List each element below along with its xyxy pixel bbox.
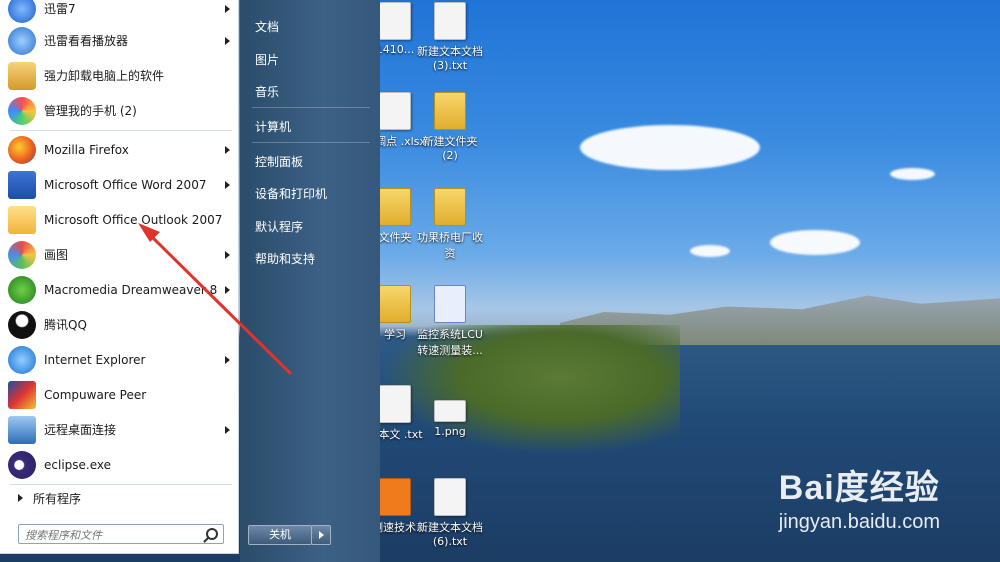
shutdown-button[interactable]: 关机 — [248, 525, 312, 545]
program-item[interactable]: 画图 — [8, 238, 234, 271]
start-menu-programs-pane: 迅雷7 迅雷看看播放器 强力卸载电脑上的软件 管理我的手机 (2) Mozill… — [0, 0, 239, 554]
places-item-devices-printers[interactable]: 设备和打印机 — [255, 185, 327, 202]
xunlei-player-icon — [8, 26, 36, 55]
firefox-icon — [8, 135, 36, 164]
submenu-arrow-icon — [225, 145, 230, 154]
ie-icon — [8, 345, 36, 374]
qq-icon — [8, 310, 36, 339]
folder-icon — [434, 188, 466, 226]
program-item[interactable]: Microsoft Office Word 2007 — [8, 168, 234, 201]
eclipse-icon — [8, 450, 36, 479]
submenu-arrow-icon — [225, 180, 230, 189]
program-item[interactable]: 管理我的手机 (2) — [8, 94, 234, 127]
desktop-icon[interactable]: 新建文件夹 (2) — [415, 92, 485, 162]
all-programs-button[interactable]: 所有程序 — [8, 487, 234, 509]
program-item[interactable]: Mozilla Firefox — [8, 133, 234, 166]
submenu-arrow-icon — [225, 250, 230, 259]
pdf-icon — [379, 478, 411, 516]
document-icon — [379, 92, 411, 130]
xunlei-icon — [8, 0, 36, 23]
program-item[interactable]: Compuware Peer — [8, 378, 234, 411]
cloud — [890, 168, 935, 180]
places-item-control-panel[interactable]: 控制面板 — [255, 153, 303, 170]
submenu-arrow-icon — [225, 425, 230, 434]
program-item[interactable]: Microsoft Office Outlook 2007 — [8, 203, 234, 236]
submenu-arrow-icon — [225, 4, 230, 13]
desktop-icon[interactable]: 监控系统LCU转速测量装... — [415, 285, 485, 358]
document-icon — [379, 385, 411, 423]
submenu-arrow-icon — [225, 355, 230, 364]
word-document-icon — [434, 285, 466, 323]
places-item-computer[interactable]: 计算机 — [255, 118, 291, 135]
places-item-documents[interactable]: 文档 — [255, 18, 279, 35]
program-item[interactable]: 迅雷看看播放器 — [8, 24, 234, 57]
menu-divider — [10, 130, 232, 131]
outlook-icon — [8, 205, 36, 234]
cloud — [690, 245, 730, 257]
uninstall-icon — [8, 61, 36, 90]
shutdown-options-arrow-icon[interactable] — [311, 525, 331, 545]
folder-icon — [379, 285, 411, 323]
compuware-icon — [8, 380, 36, 409]
watermark-logo: Bai度经验 — [778, 469, 940, 507]
folder-icon — [379, 188, 411, 226]
places-divider — [252, 142, 370, 143]
places-item-pictures[interactable]: 图片 — [255, 51, 279, 68]
paint-icon — [8, 240, 36, 269]
remote-desktop-icon — [8, 415, 36, 444]
cloud — [580, 125, 760, 170]
start-menu: 迅雷7 迅雷看看播放器 强力卸载电脑上的软件 管理我的手机 (2) Mozill… — [0, 0, 380, 562]
search-input[interactable] — [19, 525, 197, 545]
desktop-icon[interactable]: 新建文本文档 (6).txt — [415, 478, 485, 548]
submenu-arrow-icon — [225, 285, 230, 294]
chevron-right-icon — [18, 494, 23, 502]
phone-manager-icon — [8, 96, 36, 125]
folder-icon — [434, 92, 466, 130]
cloud — [770, 230, 860, 255]
program-item[interactable]: 强力卸载电脑上的软件 — [8, 59, 234, 92]
search-icon[interactable] — [206, 528, 218, 540]
desktop-icon[interactable]: 功果桥电厂收资 — [415, 188, 485, 261]
program-item[interactable]: 腾讯QQ — [8, 308, 234, 341]
desktop-icon[interactable]: 新建文本文档 (3).txt — [415, 2, 485, 72]
dreamweaver-icon — [8, 275, 36, 304]
menu-divider — [10, 484, 232, 485]
image-file-icon — [434, 400, 466, 422]
desktop-icon[interactable]: 1.png — [415, 400, 485, 438]
document-icon — [379, 2, 411, 40]
document-icon — [434, 478, 466, 516]
submenu-arrow-icon — [225, 36, 230, 45]
word-icon — [8, 170, 36, 199]
places-item-default-programs[interactable]: 默认程序 — [255, 218, 303, 235]
program-item[interactable]: Macromedia Dreamweaver 8 — [8, 273, 234, 306]
program-item[interactable]: 迅雷7 — [8, 0, 234, 25]
watermark-url: jingyan.baidu.com — [778, 511, 940, 533]
program-item[interactable]: Internet Explorer — [8, 343, 234, 376]
places-item-help-support[interactable]: 帮助和支持 — [255, 250, 315, 267]
document-icon — [434, 2, 466, 40]
baidu-watermark: Bai度经验 jingyan.baidu.com — [779, 460, 940, 534]
search-box[interactable] — [18, 524, 224, 545]
program-item[interactable]: eclipse.exe — [8, 448, 234, 481]
places-divider — [252, 107, 370, 108]
program-item[interactable]: 远程桌面连接 — [8, 413, 234, 446]
places-item-music[interactable]: 音乐 — [255, 83, 279, 100]
